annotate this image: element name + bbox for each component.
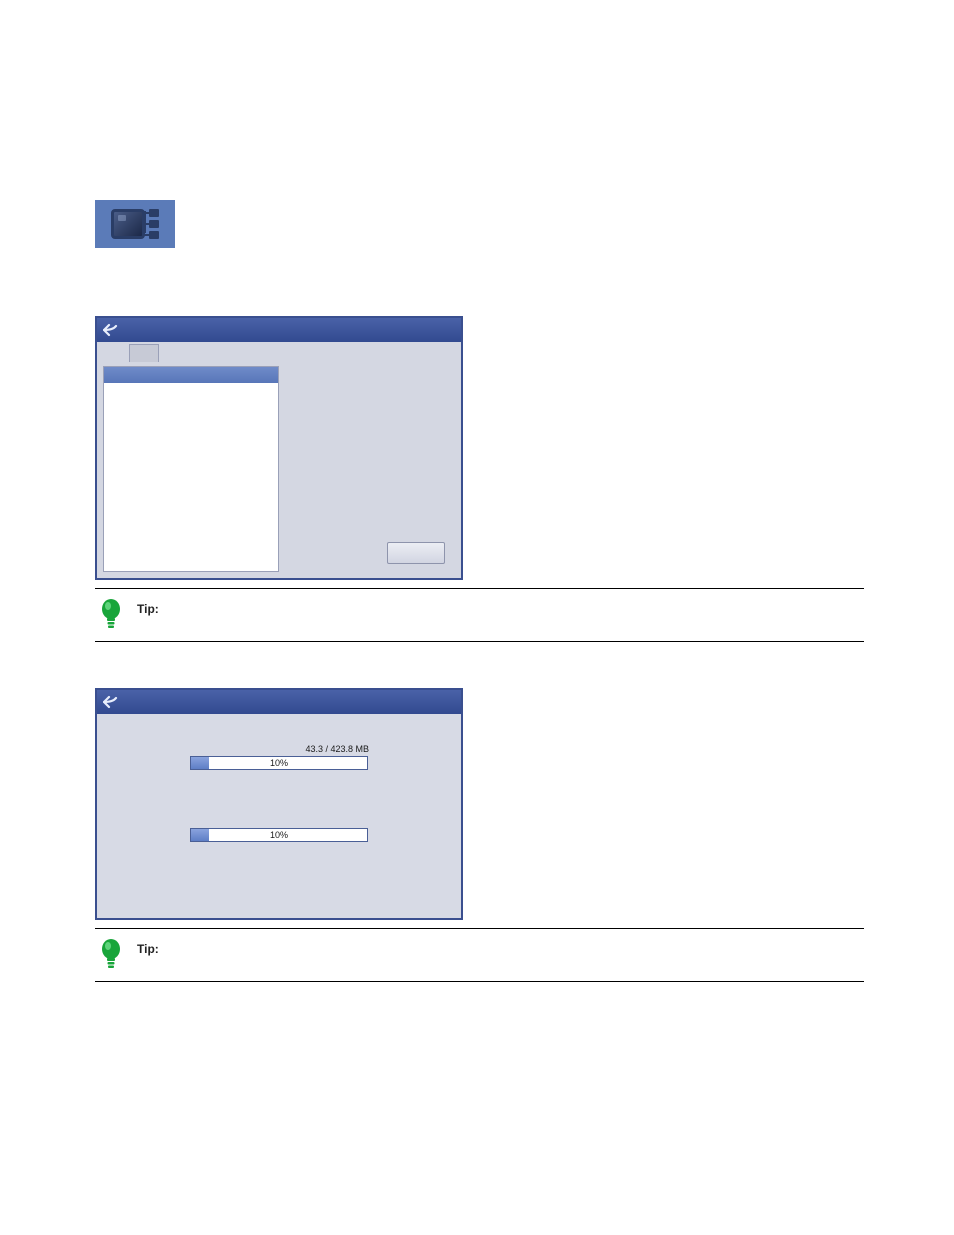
tab-strip	[97, 342, 461, 362]
file-list[interactable]	[103, 366, 279, 572]
device-tree-icon	[95, 200, 175, 248]
window-titlebar	[97, 690, 461, 714]
monitor-icon	[111, 209, 145, 239]
back-arrow-icon[interactable]	[103, 695, 121, 709]
progress-bar-1: 10%	[190, 756, 368, 770]
progress-bar-2: 10%	[190, 828, 368, 842]
tip-text: Tip:	[137, 937, 159, 957]
progress-bar-2-label: 10%	[191, 830, 367, 840]
tip-row: Tip:	[95, 588, 864, 642]
tip-prefix: Tip:	[137, 942, 159, 956]
lightbulb-icon	[97, 937, 125, 971]
lightbulb-icon	[97, 597, 125, 631]
file-list-selection[interactable]	[104, 367, 278, 383]
progress-window: 43.3 / 423.8 MB 10% 10%	[95, 688, 463, 920]
progress-size-label: 43.3 / 423.8 MB	[305, 744, 369, 754]
progress-bar-1-label: 10%	[191, 758, 367, 768]
tab[interactable]	[129, 344, 159, 362]
ok-button[interactable]	[387, 542, 445, 564]
tip-row: Tip:	[95, 928, 864, 982]
tip-prefix: Tip:	[137, 602, 159, 616]
tip-text: Tip:	[137, 597, 159, 617]
window-titlebar	[97, 318, 461, 342]
back-arrow-icon[interactable]	[103, 323, 121, 337]
file-picker-window	[95, 316, 463, 580]
tree-icon	[149, 209, 159, 239]
